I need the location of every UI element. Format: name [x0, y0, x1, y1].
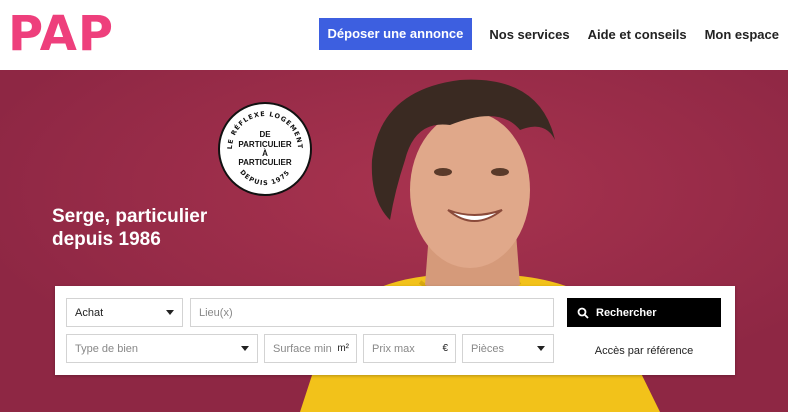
- property-type-placeholder: Type de bien: [75, 342, 138, 355]
- stamp-center-line-2: PARTICULIER: [238, 140, 291, 149]
- price-max-input[interactable]: Prix max €: [363, 334, 456, 363]
- stamp-graphic: LE RÉFLEXE LOGEMENT DEPUIS 1975 DE PARTI…: [226, 110, 303, 187]
- stamp-center-line-1: DE: [259, 130, 271, 139]
- property-type-select[interactable]: Type de bien: [66, 334, 258, 363]
- rooms-select[interactable]: Pièces: [462, 334, 554, 363]
- surface-min-placeholder: Surface min: [273, 342, 332, 355]
- rooms-placeholder: Pièces: [471, 342, 505, 355]
- search-button[interactable]: Rechercher: [567, 298, 721, 327]
- chevron-down-icon: [537, 346, 545, 351]
- hero-title: Serge, particulier depuis 1986: [52, 205, 207, 251]
- hero-title-line-1: Serge, particulier: [52, 206, 208, 227]
- stamp-center-line-3: À: [262, 149, 268, 158]
- stamp-logo: LE RÉFLEXE LOGEMENT DEPUIS 1975 DE PARTI…: [218, 102, 312, 196]
- post-ad-button[interactable]: Déposer une annonce: [318, 18, 473, 50]
- site-header: PAP Déposer une annonce Nos services Aid…: [0, 0, 788, 70]
- nav-services-link[interactable]: Nos services: [480, 27, 578, 42]
- search-icon: [577, 307, 589, 319]
- nav-account-link[interactable]: Mon espace: [696, 27, 788, 42]
- location-placeholder: Lieu(x): [199, 306, 233, 319]
- location-input[interactable]: Lieu(x): [190, 298, 554, 327]
- svg-text:DEPUIS 1975: DEPUIS 1975: [238, 168, 291, 187]
- transaction-type-select[interactable]: Achat: [66, 298, 183, 327]
- transaction-type-value: Achat: [75, 306, 104, 319]
- chevron-down-icon: [241, 346, 249, 351]
- nav-help-link[interactable]: Aide et conseils: [579, 27, 696, 42]
- price-max-placeholder: Prix max: [372, 342, 415, 355]
- stamp-ring-bottom-text: DEPUIS 1975: [238, 168, 290, 187]
- search-button-label: Rechercher: [596, 306, 657, 319]
- pap-logo[interactable]: PAP: [8, 4, 114, 64]
- hero-title-line-2: depuis 1986: [52, 229, 161, 250]
- surface-min-input[interactable]: Surface min m²: [264, 334, 357, 363]
- price-unit: €: [442, 343, 448, 354]
- chevron-down-icon: [166, 310, 174, 315]
- main-nav: Déposer une annonce Nos services Aide et…: [318, 18, 788, 50]
- surface-unit: m²: [337, 343, 349, 354]
- reference-search-link[interactable]: Accès par référence: [567, 336, 721, 365]
- stamp-center-line-4: PARTICULIER: [238, 158, 291, 167]
